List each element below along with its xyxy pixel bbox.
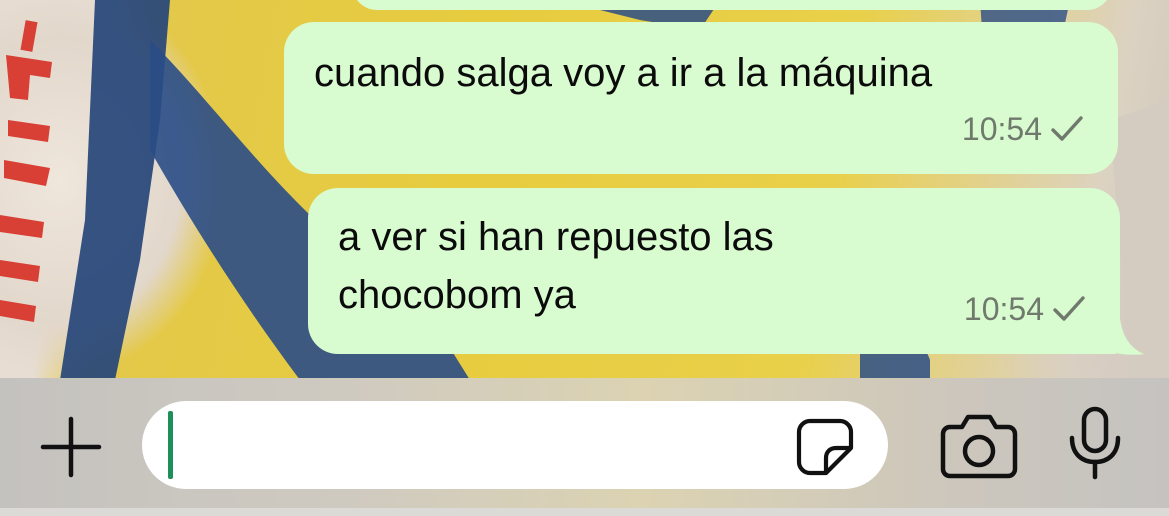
bubble-tail bbox=[1100, 318, 1144, 355]
chat-screen: cuando salga voy a ir a la máquina 10:54… bbox=[0, 0, 1169, 516]
plus-icon bbox=[40, 416, 102, 478]
message-input-field[interactable] bbox=[142, 401, 888, 489]
sent-check-icon bbox=[1051, 116, 1083, 141]
message-meta: 10:54 bbox=[964, 280, 1086, 338]
previous-message-bubble[interactable] bbox=[352, 0, 1112, 10]
message-time: 10:54 bbox=[963, 291, 1044, 327]
message-input[interactable] bbox=[172, 411, 776, 479]
message-text: cuando salga voy a ir a la máquina bbox=[314, 51, 933, 95]
message-meta: 10:54 bbox=[962, 100, 1084, 158]
sent-check-icon bbox=[1053, 296, 1085, 321]
message-time: 10:54 bbox=[961, 111, 1042, 147]
add-attachment-button[interactable] bbox=[36, 412, 106, 482]
microphone-icon[interactable] bbox=[1066, 406, 1124, 480]
home-indicator-area bbox=[0, 508, 1169, 516]
outgoing-message-bubble[interactable]: cuando salga voy a ir a la máquina 10:54 bbox=[284, 22, 1118, 174]
outgoing-message-bubble[interactable]: a ver si han repuesto las chocobom ya 10… bbox=[308, 188, 1120, 354]
camera-icon[interactable] bbox=[940, 413, 1018, 479]
sticker-icon[interactable] bbox=[796, 418, 854, 476]
